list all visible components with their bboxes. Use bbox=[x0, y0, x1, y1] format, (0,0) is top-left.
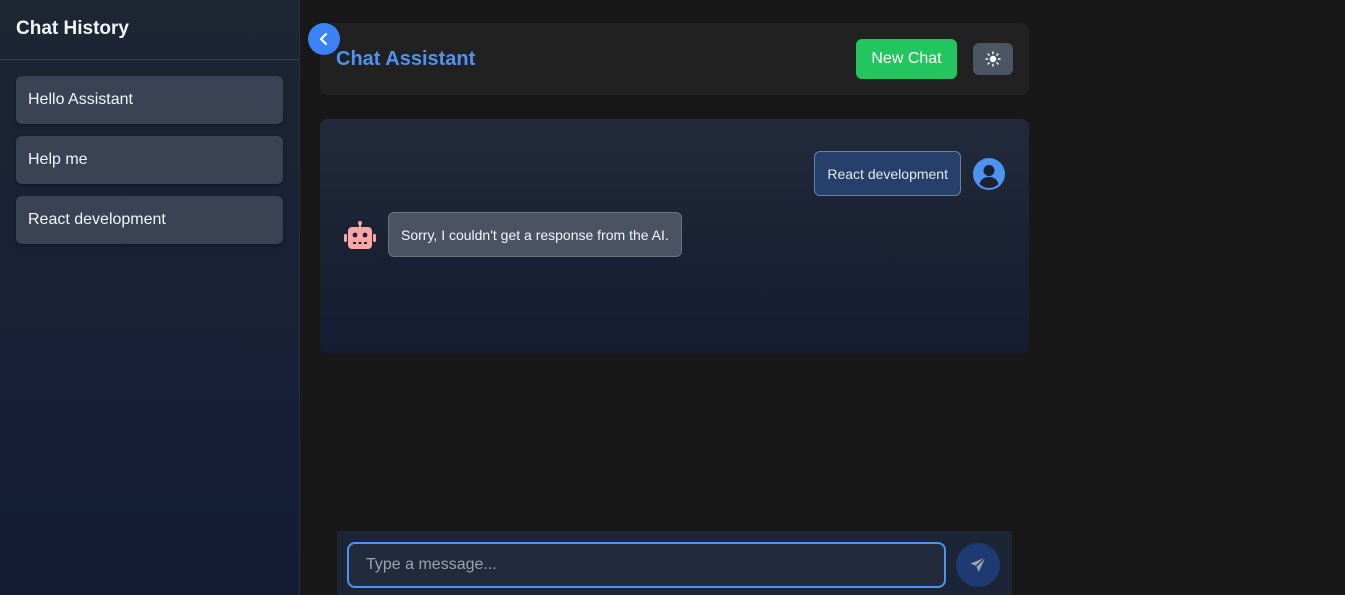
robot-icon bbox=[344, 221, 376, 249]
chat-header: Chat Assistant New Chat bbox=[320, 23, 1029, 95]
history-item-label: React development bbox=[28, 211, 166, 228]
send-button[interactable] bbox=[956, 543, 1000, 587]
history-item-label: Help me bbox=[28, 151, 88, 168]
message-composer bbox=[337, 531, 1012, 595]
user-circle-icon bbox=[973, 158, 1005, 190]
history-item-hello-assistant[interactable]: Hello Assistant bbox=[16, 76, 283, 124]
history-item-label: Hello Assistant bbox=[28, 91, 133, 108]
chat-history-list: Hello Assistant Help me React developmen… bbox=[0, 60, 299, 272]
sidebar: Chat History Hello Assistant Help me Rea… bbox=[0, 0, 300, 595]
message-input[interactable] bbox=[347, 542, 946, 588]
user-message-bubble: React development bbox=[814, 151, 961, 196]
collapse-sidebar-button[interactable] bbox=[308, 23, 340, 55]
sun-icon bbox=[985, 51, 1001, 67]
bot-message-text: Sorry, I couldn't get a response from th… bbox=[401, 226, 669, 243]
theme-toggle-button[interactable] bbox=[973, 43, 1013, 75]
history-item-react-development[interactable]: React development bbox=[16, 196, 283, 244]
user-message-text: React development bbox=[827, 165, 948, 182]
chat-messages-panel[interactable]: React development Sorry, I couldn't get … bbox=[320, 119, 1029, 353]
chevron-left-icon bbox=[319, 32, 328, 46]
new-chat-button[interactable]: New Chat bbox=[856, 39, 957, 79]
page-title: Chat Assistant bbox=[336, 47, 476, 70]
paper-plane-icon bbox=[970, 557, 986, 572]
bot-message-bubble: Sorry, I couldn't get a response from th… bbox=[388, 212, 682, 257]
sidebar-title: Chat History bbox=[16, 18, 129, 39]
app: Chat History Hello Assistant Help me Rea… bbox=[0, 0, 1345, 595]
history-item-help-me[interactable]: Help me bbox=[16, 136, 283, 184]
sidebar-header: Chat History bbox=[0, 0, 299, 60]
